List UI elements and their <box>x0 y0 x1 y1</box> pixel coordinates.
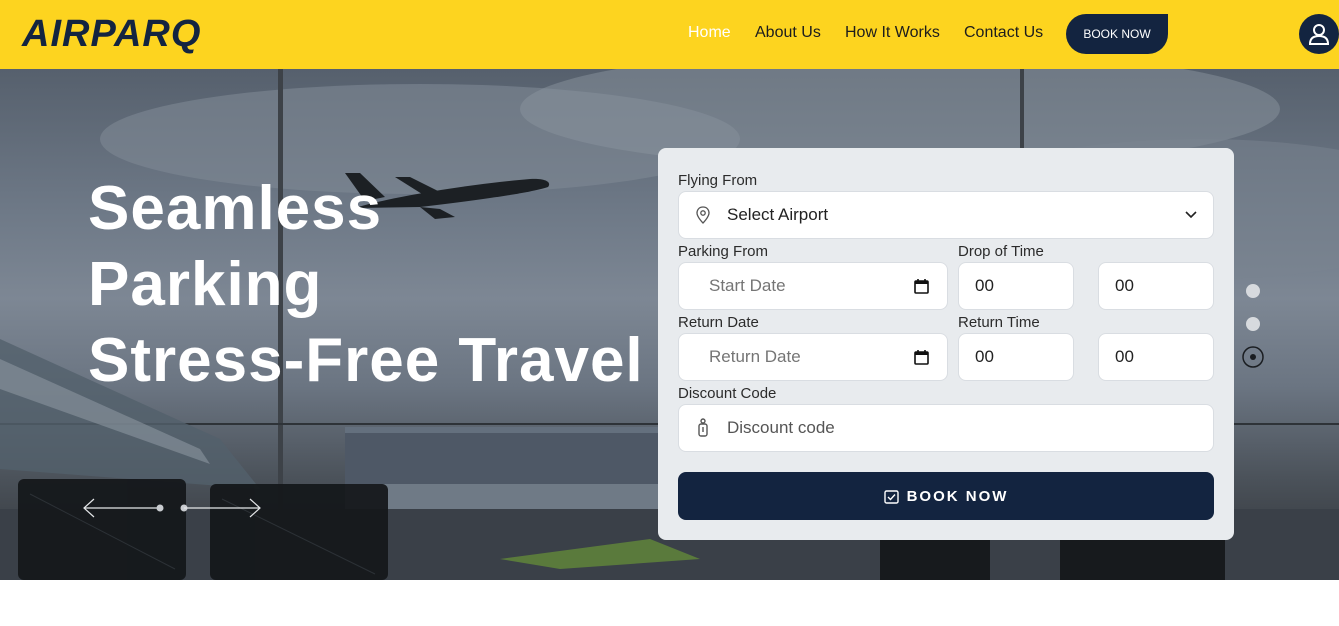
user-icon <box>1308 24 1330 45</box>
drop-minute-input[interactable]: 00 <box>1098 262 1214 310</box>
return-minute-value: 00 <box>1115 347 1134 366</box>
flying-from-label: Flying From <box>678 172 758 189</box>
slider-arrows <box>83 498 261 518</box>
nav-about-us[interactable]: About Us <box>755 22 821 44</box>
hero-headline-line-2: Parking <box>88 250 323 319</box>
calendar-icon[interactable] <box>914 278 929 294</box>
discount-code-input[interactable]: Discount code <box>678 404 1214 452</box>
user-account-button[interactable] <box>1299 14 1339 54</box>
return-date-input[interactable]: Return Date <box>678 333 948 381</box>
airport-select[interactable]: Select Airport <box>678 191 1214 239</box>
drop-hour-input[interactable]: 00 <box>958 262 1074 310</box>
return-minute-input[interactable]: 00 <box>1098 333 1214 381</box>
book-now-submit-button[interactable]: BOOK NOW <box>678 472 1214 520</box>
drop-hour-value: 00 <box>975 276 994 295</box>
booking-form: Flying From Select Airport Parking From … <box>658 148 1234 540</box>
return-date-placeholder: Return Date <box>709 347 801 366</box>
hero-headline-line-3: Stress-Free Travel <box>88 326 644 395</box>
return-hour-input[interactable]: 00 <box>958 333 1074 381</box>
next-arrow-icon[interactable] <box>180 498 261 518</box>
location-pin-icon <box>696 206 710 224</box>
drop-minute-value: 00 <box>1115 276 1134 295</box>
nav-home[interactable]: Home <box>688 22 731 44</box>
return-time-label: Return Time <box>958 314 1040 331</box>
slide-dot-1[interactable] <box>1246 284 1260 298</box>
hero-headline-line-1: Seamless <box>88 174 383 243</box>
header-book-now-button[interactable]: BOOK NOW <box>1066 14 1168 54</box>
parking-from-label: Parking From <box>678 243 769 260</box>
tag-icon <box>698 418 708 437</box>
return-date-label: Return Date <box>678 314 759 331</box>
discount-code-label: Discount Code <box>678 385 777 402</box>
start-date-input[interactable]: Start Date <box>678 262 948 310</box>
book-now-submit-label: BOOK NOW <box>906 487 1009 505</box>
start-date-placeholder: Start Date <box>709 276 786 295</box>
calendar-icon[interactable] <box>914 349 929 365</box>
drop-time-label: Drop of Time <box>958 243 1044 260</box>
discount-code-placeholder: Discount code <box>727 418 835 437</box>
calendar-check-icon <box>883 489 899 504</box>
hero-headline: Seamless Parking Stress-Free Travel <box>88 171 644 399</box>
chevron-down-icon <box>1185 211 1197 219</box>
top-header: AIRPARQ Home About Us How It Works Conta… <box>0 0 1339 69</box>
brand-logo[interactable]: AIRPARQ <box>22 12 201 56</box>
prev-arrow-icon[interactable] <box>83 498 164 518</box>
slide-dot-2[interactable] <box>1246 317 1260 331</box>
slide-dot-3-active[interactable] <box>1242 346 1264 368</box>
airport-select-value: Select Airport <box>727 205 829 224</box>
nav-contact-us[interactable]: Contact Us <box>964 22 1043 44</box>
return-hour-value: 00 <box>975 347 994 366</box>
nav-how-it-works[interactable]: How It Works <box>845 22 940 44</box>
